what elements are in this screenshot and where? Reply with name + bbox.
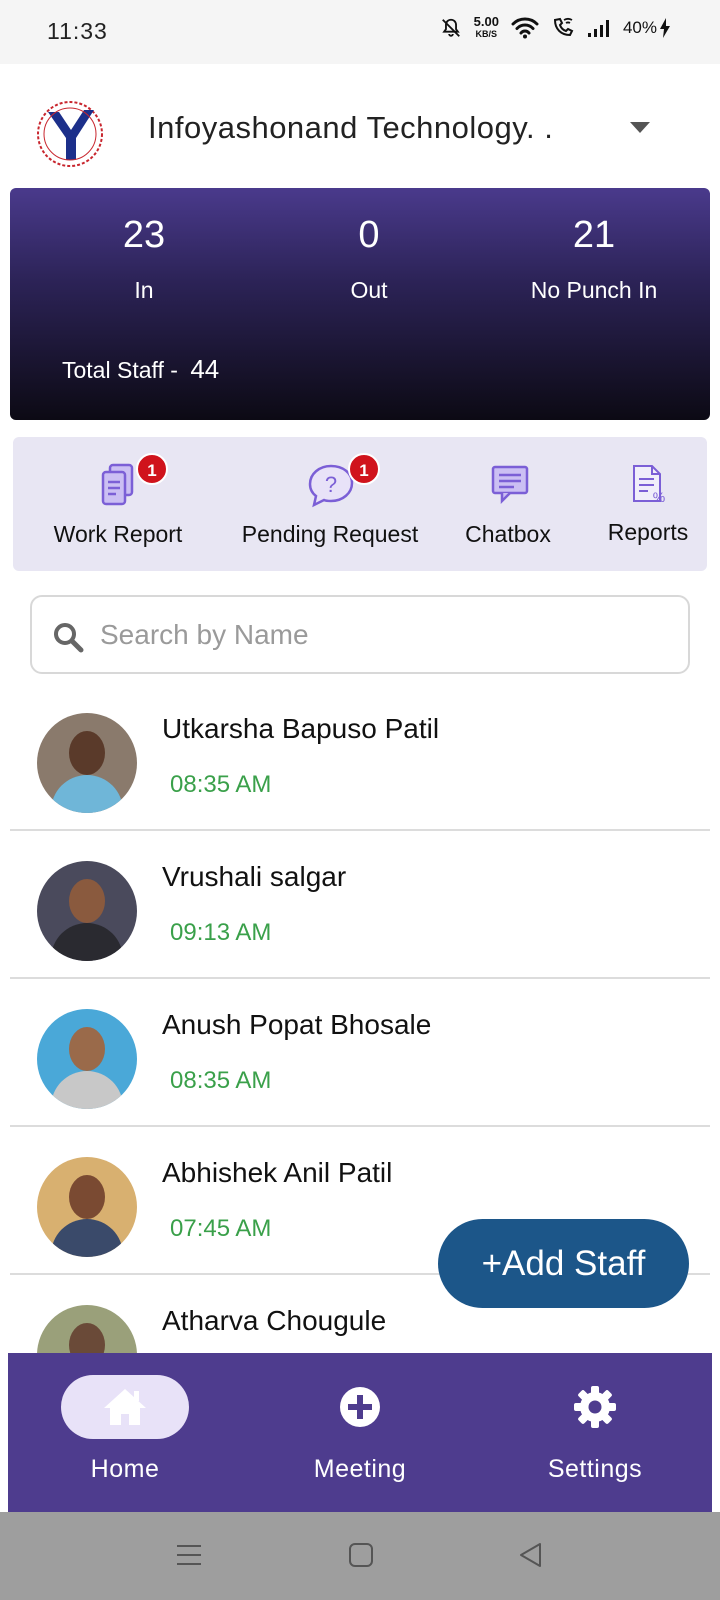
chatbox-button[interactable]: Chatbox: [443, 457, 573, 548]
stat-in-value: 23: [122, 214, 166, 256]
wifi-call-icon: [553, 17, 574, 37]
svg-text:%: %: [653, 489, 665, 505]
punch-time: 07:45 AM: [170, 1215, 272, 1242]
search-box[interactable]: [30, 595, 690, 674]
staff-name: Atharva Chougule: [162, 1305, 387, 1336]
stat-no-punch-in-value: 21: [572, 214, 616, 256]
plus-circle-icon: [340, 1387, 380, 1427]
pending-request-badge: 1: [348, 453, 380, 485]
svg-text:?: ?: [325, 472, 337, 497]
gear-icon: [574, 1386, 616, 1428]
bottom-navigation: Home Meeting Settings: [8, 1353, 712, 1512]
back-icon[interactable]: [518, 1542, 544, 1568]
avatar: [37, 713, 137, 813]
nav-meeting[interactable]: Meeting: [260, 1375, 460, 1484]
wifi-icon: [511, 17, 539, 39]
avatar: [37, 1305, 137, 1353]
stat-no-punch-in-label: No Punch In: [530, 277, 658, 303]
nav-settings-label: Settings: [547, 1455, 643, 1483]
list-item[interactable]: Vrushali salgar 09:13 AM: [10, 831, 710, 979]
signal-icon: [587, 20, 609, 37]
search-input[interactable]: [100, 615, 660, 655]
list-item[interactable]: Anush Popat Bhosale 08:35 AM: [10, 979, 710, 1127]
system-navigation-bar: [0, 1512, 720, 1600]
home-square-icon[interactable]: [348, 1542, 374, 1568]
avatar: [37, 1157, 137, 1257]
avatar: [37, 861, 137, 961]
chatbox-label: Chatbox: [465, 521, 551, 547]
punch-time: 09:13 AM: [170, 919, 272, 946]
bell-muted-icon: [441, 18, 460, 37]
status-icons: 5.00 KB/S 40%: [440, 14, 670, 40]
app-header: Infoyashonand Technology. .: [0, 64, 720, 186]
battery-status: 40%: [623, 18, 670, 38]
punch-time: 08:35 AM: [170, 1067, 272, 1094]
staff-name: Vrushali salgar: [162, 861, 347, 892]
total-staff: Total Staff - 44: [62, 354, 219, 385]
pending-request-label: Pending Request: [241, 521, 419, 547]
stat-out-value: 0: [358, 214, 380, 256]
staff-name: Anush Popat Bhosale: [162, 1009, 432, 1040]
stat-out-label: Out: [350, 277, 388, 303]
nav-meeting-label: Meeting: [313, 1455, 407, 1483]
nav-settings[interactable]: Settings: [495, 1375, 695, 1484]
stat-in-label: In: [134, 277, 154, 303]
status-bar: 11:33 5.00 KB/S 40%: [0, 0, 720, 64]
staff-name: Utkarsha Bapuso Patil: [162, 713, 440, 744]
menu-icon[interactable]: [176, 1542, 202, 1568]
report-percent-icon: %: [633, 465, 665, 505]
company-name[interactable]: Infoyashonand Technology. .: [148, 110, 553, 146]
work-report-label: Work Report: [53, 521, 183, 547]
charging-icon: [660, 18, 670, 38]
home-icon: [104, 1389, 146, 1425]
network-speed: 5.00 KB/S: [473, 14, 499, 39]
chevron-down-icon[interactable]: [630, 122, 650, 133]
add-staff-button[interactable]: +Add Staff: [438, 1219, 689, 1308]
work-report-button[interactable]: 1 Work Report: [43, 453, 193, 548]
nav-home-label: Home: [90, 1455, 160, 1483]
punch-time: 08:35 AM: [170, 771, 272, 798]
pending-request-button[interactable]: ? 1 Pending Request: [235, 453, 425, 548]
stat-no-punch-in[interactable]: 21 No Punch In: [479, 214, 709, 304]
stat-in[interactable]: 23 In: [29, 214, 259, 304]
reports-label: Reports: [607, 519, 689, 545]
status-time: 11:33: [47, 18, 108, 44]
attendance-summary-card: 23 In 0 Out 21 No Punch In Total Staff -…: [10, 188, 710, 420]
chat-icon: [491, 465, 529, 505]
total-staff-value: 44: [190, 354, 220, 384]
nav-home[interactable]: Home: [25, 1375, 225, 1484]
total-staff-label: Total Staff -: [62, 357, 178, 383]
document-copy-icon: [101, 463, 134, 506]
quick-actions: 1 Work Report ? 1 Pending Request Chatbo…: [13, 437, 707, 571]
company-logo: [37, 101, 103, 167]
staff-name: Abhishek Anil Patil: [162, 1157, 393, 1188]
work-report-badge: 1: [136, 453, 168, 485]
stat-out[interactable]: 0 Out: [254, 214, 484, 304]
reports-button[interactable]: % Reports: [583, 457, 713, 546]
avatar: [37, 1009, 137, 1109]
list-item[interactable]: Utkarsha Bapuso Patil 08:35 AM: [10, 683, 710, 831]
search-icon: [54, 623, 84, 653]
